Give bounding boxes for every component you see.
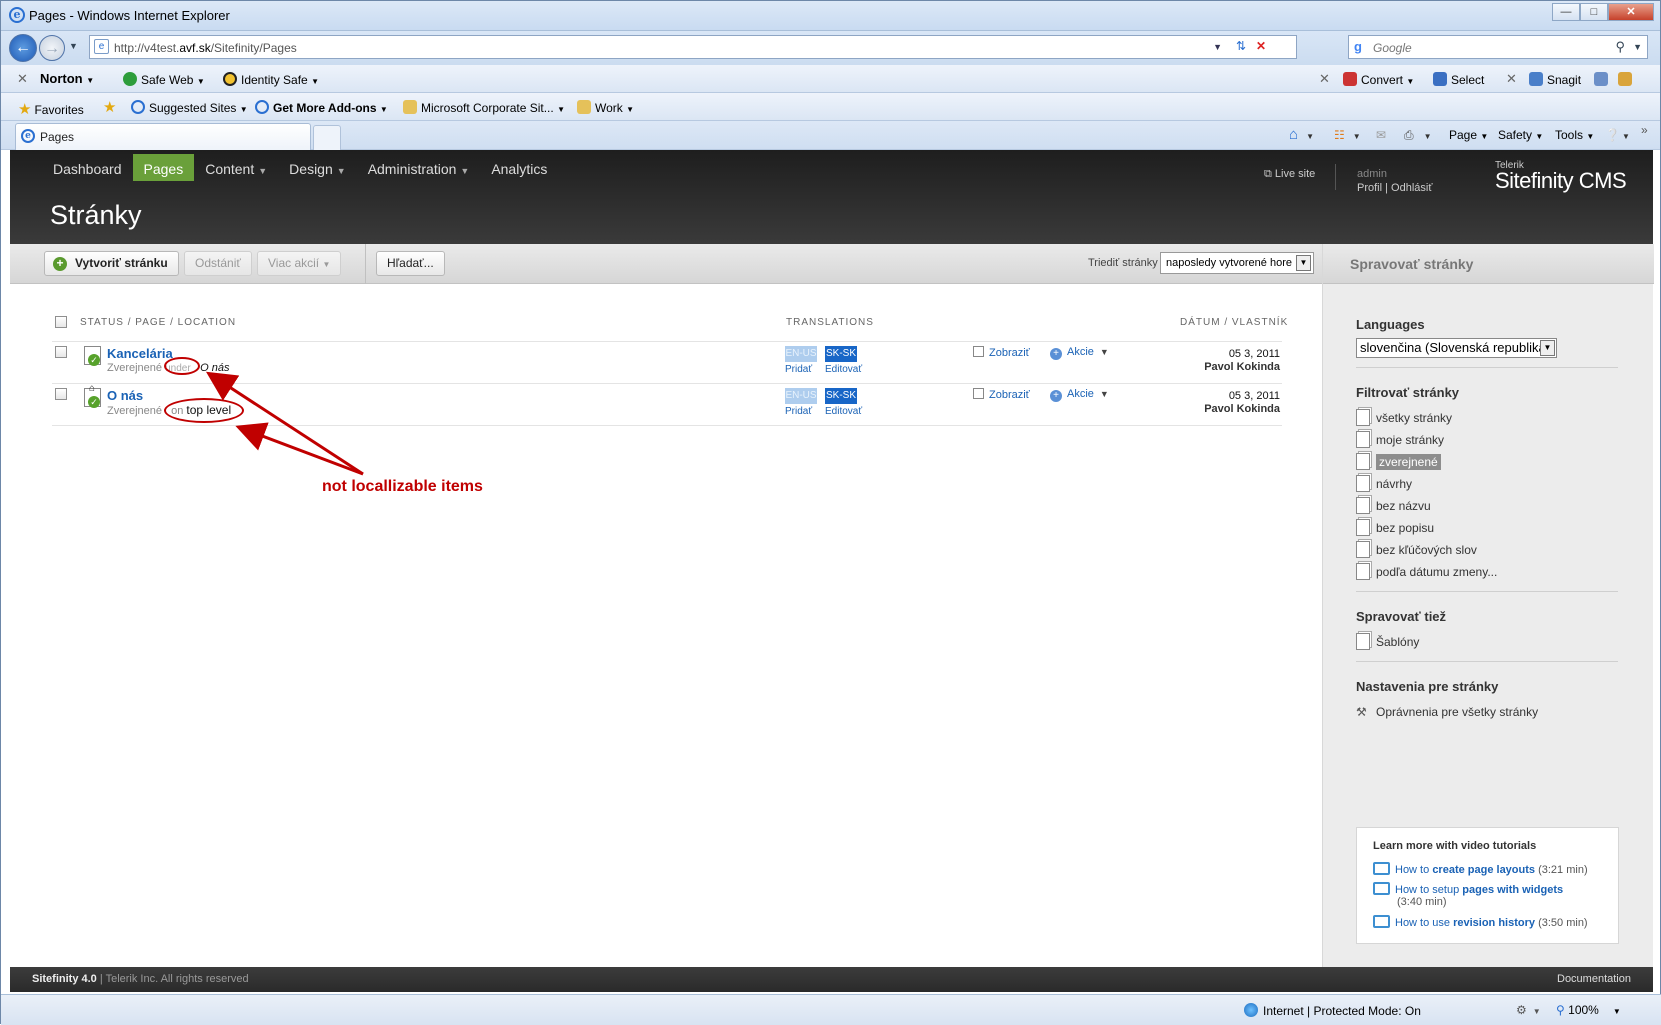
protected-mode-icon[interactable]: ⚙ ▼ [1516, 1003, 1541, 1017]
sidebar-title: Spravovať stránky [1350, 256, 1474, 272]
languages-heading: Languages [1356, 317, 1425, 332]
filter-all-pages[interactable]: všetky stránky [1356, 409, 1452, 429]
manage-pages-sidebar: Spravovať stránky Languages slovenčina (… [1322, 244, 1654, 967]
document-icon [1356, 453, 1370, 470]
tutorial-page-layouts[interactable]: How to create page layouts (3:21 min) [1373, 862, 1588, 876]
zoom-label: 100% [1568, 1003, 1599, 1017]
tutorial-link: revision history [1453, 917, 1536, 929]
tutorial-text: How to setup [1395, 884, 1460, 896]
tutorial-duration: (3:50 min) [1538, 917, 1588, 929]
filter-heading: Filtrovať stránky [1356, 385, 1460, 400]
filter-no-description[interactable]: bez popisu [1356, 519, 1434, 539]
tutorial-widgets[interactable]: How to setup pages with widgets (3:40 min… [1373, 882, 1563, 908]
tutorial-duration: (3:21 min) [1538, 864, 1588, 876]
filter-no-keywords[interactable]: bez kľúčových slov [1356, 541, 1477, 561]
sf-footer: Sitefinity 4.0 | Telerik Inc. All rights… [10, 967, 1653, 992]
video-icon [1373, 915, 1390, 928]
document-icon [1356, 409, 1370, 426]
divider [1356, 661, 1618, 662]
video-icon [1373, 882, 1390, 895]
document-icon [1356, 563, 1370, 580]
footer-product: Sitefinity 4.0 [32, 973, 97, 985]
templates-link[interactable]: Šablóny [1356, 633, 1419, 653]
filter-drafts[interactable]: návrhy [1356, 475, 1412, 495]
tutorial-link: create page layouts [1432, 864, 1536, 876]
filter-label: bez názvu [1376, 499, 1431, 513]
filter-label: návrhy [1376, 477, 1413, 491]
filter-label: zverejnené [1376, 454, 1441, 470]
templates-label: Šablóny [1376, 635, 1420, 649]
globe-icon [1244, 1003, 1258, 1017]
annotation-label: not locallizable items [322, 478, 483, 495]
tutorial-link: pages with widgets [1462, 884, 1564, 896]
filter-label: všetky stránky [1376, 411, 1453, 425]
document-icon [1356, 497, 1370, 514]
zoom-icon: ⚲ [1556, 1003, 1565, 1017]
video-icon [1373, 862, 1390, 875]
divider [1356, 367, 1618, 368]
divider [1356, 591, 1618, 592]
document-icon [1356, 431, 1370, 448]
document-icon [1356, 541, 1370, 558]
language-value: slovenčina (Slovenská republika) [1360, 340, 1551, 355]
zoom-control[interactable]: ⚲ 100% ▼ [1556, 1003, 1621, 1017]
tutorial-text: How to use [1395, 917, 1451, 929]
filter-label: moje stránky [1376, 433, 1445, 447]
video-tutorials-box: Learn more with video tutorials How to c… [1356, 827, 1619, 944]
filter-no-title[interactable]: bez názvu [1356, 497, 1431, 517]
tutorials-heading: Learn more with video tutorials [1373, 840, 1537, 852]
browser-window: e Pages - Windows Internet Explorer — □ … [0, 0, 1661, 1025]
document-icon [1356, 633, 1370, 650]
document-icon [1356, 475, 1370, 492]
sidebar-header: Spravovať stránky [1323, 244, 1654, 284]
chevron-down-icon: ▼ [1540, 340, 1555, 356]
tutorial-text: How to [1395, 864, 1430, 876]
footer-company: Telerik Inc. All rights reserved [105, 973, 249, 985]
filter-label: bez popisu [1376, 521, 1435, 535]
security-zone[interactable]: Internet | Protected Mode: On [1244, 1003, 1421, 1018]
ie-status-bar: Internet | Protected Mode: On ⚙ ▼ ⚲ 100% ▼ [1, 994, 1661, 1025]
language-select[interactable]: slovenčina (Slovenská republika) ▼ [1356, 338, 1557, 358]
filter-my-pages[interactable]: moje stránky [1356, 431, 1444, 451]
permissions-link[interactable]: ⚒ Oprávnenia pre všetky stránky [1356, 703, 1538, 723]
documentation-link[interactable]: Documentation [1557, 973, 1631, 985]
filter-by-date[interactable]: podľa dátumu zmeny... [1356, 563, 1497, 583]
document-icon [1356, 519, 1370, 536]
permissions-label: Oprávnenia pre všetky stránky [1376, 705, 1539, 719]
tutorial-duration: (3:40 min) [1397, 896, 1447, 908]
tools-icon: ⚒ [1356, 705, 1367, 719]
tutorial-revision-history[interactable]: How to use revision history (3:50 min) [1373, 915, 1588, 929]
settings-heading: Nastavenia pre stránky [1356, 679, 1499, 694]
filter-label: bez kľúčových slov [1376, 543, 1477, 557]
filter-published[interactable]: zverejnené [1356, 453, 1441, 473]
zone-label: Internet | Protected Mode: On [1263, 1004, 1421, 1018]
filter-label: podľa dátumu zmeny... [1376, 565, 1498, 579]
manage-also-heading: Spravovať tiež [1356, 609, 1447, 624]
